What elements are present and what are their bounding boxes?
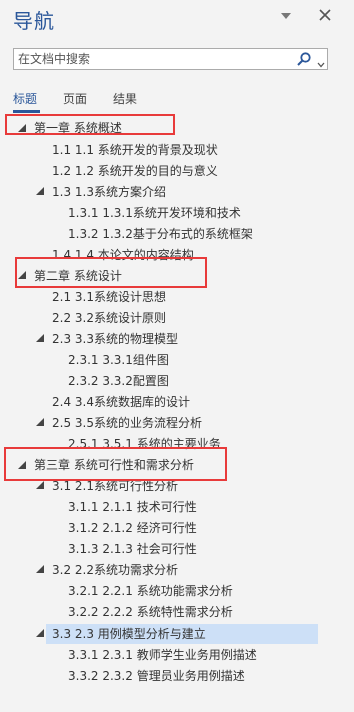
heading-level1-item[interactable]: 第二章 系统设计 (34, 266, 122, 286)
search-box (13, 48, 328, 70)
heading-level1-item[interactable]: 第三章 系统可行性和需求分析 (34, 455, 194, 475)
heading-level3-item[interactable]: 3.1.1 2.1.1 技术可行性 (68, 497, 197, 517)
heading-level2-item[interactable]: 1.2 1.2 系统开发的目的与意义 (52, 161, 218, 181)
heading-level2-item[interactable]: 2.4 3.4系统数据库的设计 (52, 392, 190, 412)
tab-headings[interactable]: 标题 (13, 90, 37, 107)
collapse-triangle-icon[interactable] (36, 418, 44, 426)
search-button[interactable] (296, 51, 312, 67)
heading-level3-item[interactable]: 3.1.2 2.1.2 经济可行性 (68, 518, 197, 538)
close-icon (319, 9, 331, 21)
heading-level2-item[interactable]: 1.1 1.1 系统开发的背景及现状 (52, 140, 218, 160)
heading-level3-item[interactable]: 1.3.1 1.3.1系统开发环境和技术 (68, 203, 241, 223)
search-icon (297, 52, 311, 66)
heading-level2-item-selected[interactable]: 3.3 2.3 用例模型分析与建立 (46, 624, 318, 644)
heading-level3-item[interactable]: 1.3.2 1.3.2基于分布式的系统框架 (68, 224, 253, 244)
heading-level3-item[interactable]: 2.5.1 3.5.1 系统的主要业务 (68, 434, 221, 454)
heading-level3-item[interactable]: 2.3.2 3.3.2配置图 (68, 371, 169, 391)
tab-pages[interactable]: 页面 (63, 90, 87, 107)
heading-level3-item[interactable]: 3.1.3 2.1.3 社会可行性 (68, 539, 197, 559)
pane-options-button[interactable] (278, 9, 294, 23)
chevron-down-icon (281, 13, 291, 19)
heading-level3-item[interactable]: 3.3.1 2.3.1 教师学生业务用例描述 (68, 645, 257, 665)
heading-level2-item[interactable]: 3.2 2.2系统功需求分析 (52, 560, 178, 580)
heading-level2-item[interactable]: 2.2 3.2系统设计原则 (52, 308, 166, 328)
heading-level3-item[interactable]: 2.3.1 3.3.1组件图 (68, 350, 169, 370)
collapse-triangle-icon[interactable] (36, 334, 44, 342)
active-tab-indicator (13, 110, 40, 113)
heading-level3-item[interactable]: 3.2.2 2.2.2 系统特性需求分析 (68, 602, 233, 622)
collapse-triangle-icon[interactable] (36, 565, 44, 573)
heading-level3-item[interactable]: 3.2.1 2.2.1 系统功能需求分析 (68, 581, 233, 601)
collapse-triangle-icon[interactable] (36, 629, 44, 637)
heading-level2-item[interactable]: 1.4 1.4 本论文的内容结构 (52, 245, 194, 265)
tab-results[interactable]: 结果 (113, 90, 137, 107)
heading-level1-item[interactable]: 第一章 系统概述 (34, 118, 122, 138)
search-input[interactable] (16, 49, 290, 69)
heading-level2-item[interactable]: 2.5 3.5系统的业务流程分析 (52, 413, 202, 433)
heading-level3-item[interactable]: 3.3.2 2.3.2 管理员业务用例描述 (68, 666, 245, 686)
heading-level2-item[interactable]: 3.1 2.1系统可行性分析 (52, 476, 178, 496)
search-options-dropdown[interactable] (316, 55, 326, 68)
chevron-down-icon (317, 62, 325, 68)
heading-level2-item[interactable]: 2.3 3.3系统的物理模型 (52, 329, 178, 349)
collapse-triangle-icon[interactable] (18, 461, 26, 469)
collapse-triangle-icon[interactable] (18, 271, 26, 279)
pane-title: 导航 (13, 9, 55, 33)
heading-level2-item[interactable]: 2.1 3.1系统设计思想 (52, 287, 166, 307)
collapse-triangle-icon[interactable] (36, 187, 44, 195)
close-pane-button[interactable] (316, 6, 334, 24)
collapse-triangle-icon[interactable] (36, 481, 44, 489)
heading-level2-item[interactable]: 1.3 1.3系统方案介绍 (52, 182, 166, 202)
collapse-triangle-icon[interactable] (18, 124, 26, 132)
